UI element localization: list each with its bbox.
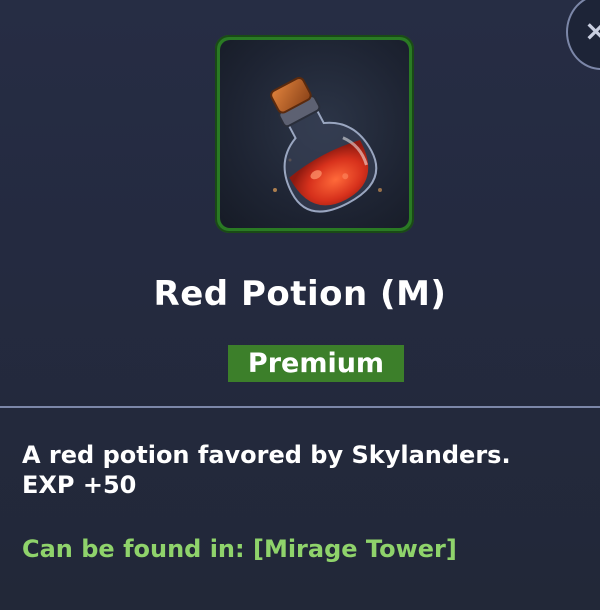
close-icon: ×	[584, 14, 600, 47]
item-name: Red Potion (M)	[153, 274, 447, 314]
location-name: [Mirage Tower]	[252, 535, 457, 563]
item-location: Can be found in: [Mirage Tower]	[22, 535, 457, 563]
location-label: Can be found in:	[22, 535, 245, 563]
item-description: A red potion favored by Skylanders. EXP …	[22, 440, 511, 500]
item-icon-frame	[215, 35, 414, 233]
close-button[interactable]: ×	[566, 0, 600, 70]
divider	[0, 406, 600, 408]
item-tooltip-panel: × Red Potion (M) Premium A red potion fa…	[0, 0, 600, 610]
exp-value: EXP +50	[22, 471, 137, 499]
red-potion-icon	[220, 40, 409, 228]
rarity-badge: Premium	[228, 345, 404, 382]
description-line: A red potion favored by Skylanders.	[22, 441, 511, 469]
